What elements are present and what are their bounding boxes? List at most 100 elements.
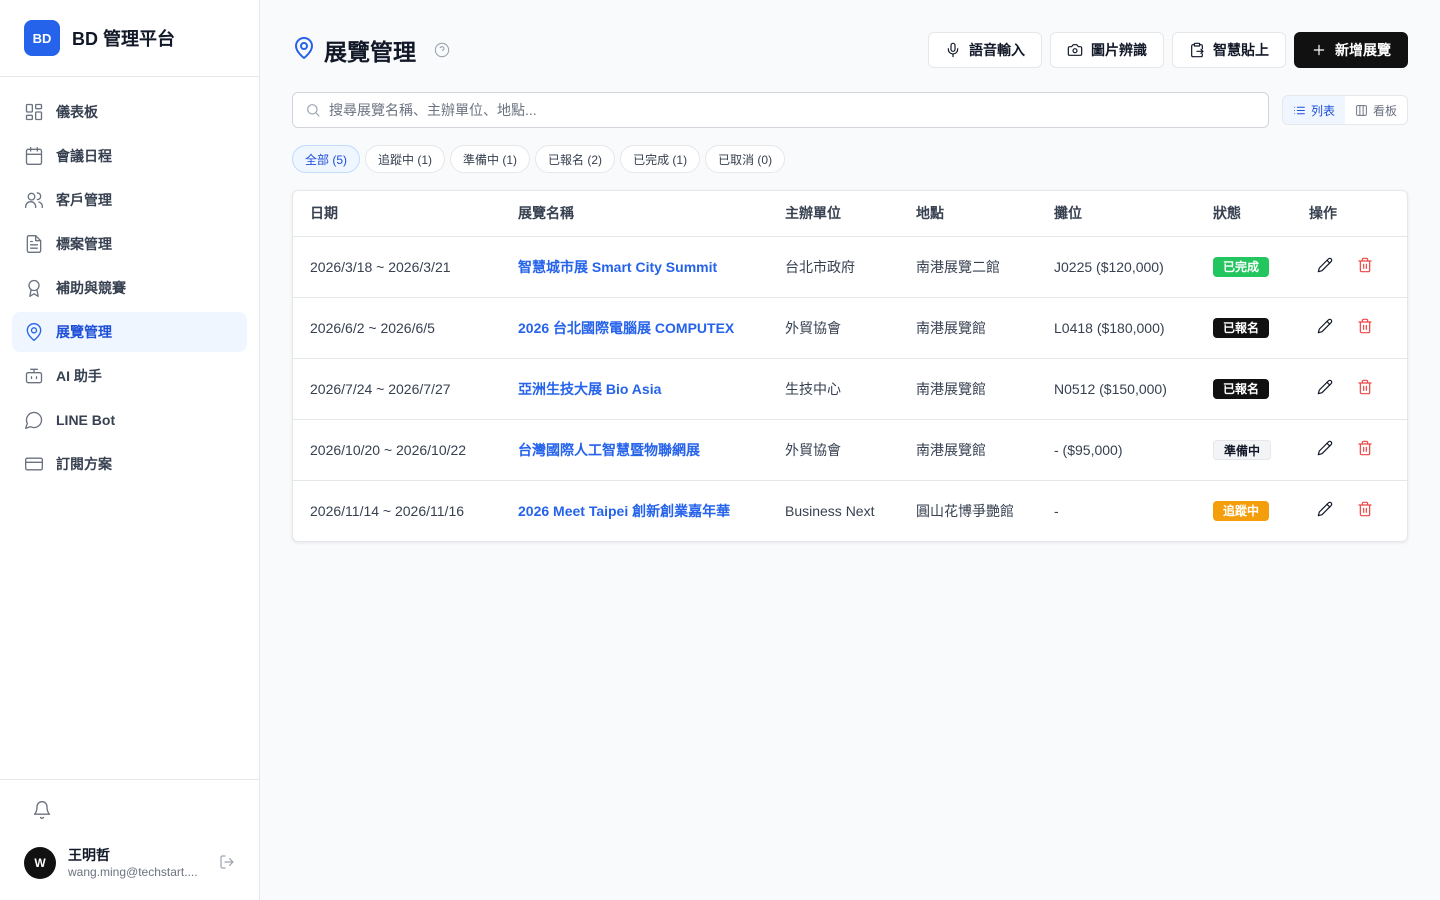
cell-exhibition-name[interactable]: 亞洲生技大展 Bio Asia bbox=[501, 358, 768, 420]
table-row[interactable]: 2026/6/2 ~ 2026/6/5 2026 台北國際電腦展 COMPUTE… bbox=[293, 297, 1407, 359]
cell-actions bbox=[1292, 236, 1407, 298]
voice-input-label: 語音輸入 bbox=[969, 42, 1025, 58]
pencil-icon bbox=[1317, 440, 1333, 456]
column-header-name[interactable]: 展覽名稱 bbox=[501, 191, 768, 237]
columns-icon bbox=[1356, 104, 1367, 116]
cell-exhibition-name[interactable]: 台灣國際人工智慧暨物聯網展 bbox=[501, 419, 768, 481]
user-name: 王明哲 bbox=[68, 847, 110, 863]
delete-button[interactable] bbox=[1357, 440, 1373, 459]
pencil-icon bbox=[1317, 379, 1333, 395]
edit-button[interactable] bbox=[1317, 379, 1333, 398]
filter-preparing[interactable]: 準備中 (1) bbox=[450, 145, 531, 173]
table-header-row: 日期 展覽名稱 主辦單位 地點 攤位 狀態 操作 bbox=[293, 191, 1407, 237]
logout-button[interactable] bbox=[219, 854, 235, 870]
cell-location: 南港展覽館 bbox=[899, 419, 1037, 481]
column-header-organizer[interactable]: 主辦單位 bbox=[768, 191, 899, 237]
column-header-location[interactable]: 地點 bbox=[899, 191, 1037, 237]
edit-button[interactable] bbox=[1317, 318, 1333, 337]
clipboard-icon bbox=[1191, 42, 1204, 58]
list-view-label: 列表 bbox=[1310, 103, 1335, 118]
status-badge: 準備中 bbox=[1213, 439, 1272, 460]
credit-card-icon bbox=[25, 457, 43, 471]
cell-booth: - bbox=[1054, 502, 1059, 519]
cell-organizer: 生技中心 bbox=[768, 358, 899, 420]
edit-button[interactable] bbox=[1317, 257, 1333, 276]
sidebar-item-ai-assistant[interactable]: AI 助手 bbox=[12, 356, 247, 396]
sidebar-item-exhibitions[interactable]: 展覽管理 bbox=[12, 312, 247, 352]
voice-input-button[interactable]: 語音輸入 bbox=[928, 32, 1042, 68]
delete-button[interactable] bbox=[1357, 379, 1373, 398]
board-view-button[interactable]: 看板 bbox=[1345, 96, 1407, 124]
edit-button[interactable] bbox=[1317, 440, 1333, 459]
cell-booth: - ($95,000) bbox=[1037, 419, 1196, 481]
delete-button[interactable] bbox=[1357, 501, 1373, 520]
exhibitions-table: 日期 展覽名稱 主辦單位 地點 攤位 狀態 操作 2026/3/18 ~ 202… bbox=[292, 190, 1408, 542]
sidebar-item-label: 儀表板 bbox=[56, 104, 98, 120]
delete-button[interactable] bbox=[1357, 318, 1373, 337]
award-icon bbox=[28, 279, 40, 297]
notifications-button[interactable] bbox=[32, 800, 52, 820]
cell-exhibition-name[interactable]: 智慧城市展 Smart City Summit bbox=[501, 236, 768, 298]
status-badge: 追蹤中 bbox=[1213, 500, 1270, 521]
table-row[interactable]: 2026/3/18 ~ 2026/3/21 智慧城市展 Smart City S… bbox=[293, 236, 1407, 298]
cell-actions bbox=[1292, 297, 1407, 359]
delete-button[interactable] bbox=[1357, 257, 1373, 276]
cell-location: 圓山花博爭艷館 bbox=[916, 502, 1014, 519]
help-icon[interactable] bbox=[416, 38, 450, 63]
add-exhibition-button[interactable]: 新增展覽 bbox=[1294, 32, 1408, 68]
cell-exhibition-name[interactable]: 2026 台北國際電腦展 COMPUTEX bbox=[501, 297, 768, 359]
cell-location: 南港展覽二館 bbox=[899, 236, 1037, 298]
cell-date: 2026/7/24 ~ 2026/7/27 bbox=[293, 358, 501, 420]
cell-date: 2026/6/2 ~ 2026/6/5 bbox=[293, 297, 501, 359]
sidebar-item-tenders[interactable]: 標案管理 bbox=[12, 224, 247, 264]
row-actions bbox=[1309, 379, 1407, 398]
brand[interactable]: BD BD 管理平台 bbox=[0, 0, 259, 77]
smart-paste-button[interactable]: 智慧貼上 bbox=[1172, 32, 1286, 68]
header-actions: 語音輸入 圖片辨識 智慧貼上 新增展覽 bbox=[928, 32, 1408, 68]
table-row[interactable]: 2026/11/14 ~ 2026/11/16 2026 Meet Taipei… bbox=[293, 480, 1407, 541]
row-actions bbox=[1309, 501, 1407, 520]
sidebar-item-calendar[interactable]: 會議日程 bbox=[12, 136, 247, 176]
filter-tracking[interactable]: 追蹤中 (1) bbox=[365, 145, 446, 173]
sidebar-item-subscription[interactable]: 訂閱方案 bbox=[12, 444, 247, 484]
column-header-status[interactable]: 狀態 bbox=[1196, 191, 1292, 237]
cell-location: 南港展覽館 bbox=[899, 297, 1037, 359]
cell-booth: J0225 ($120,000) bbox=[1037, 236, 1196, 298]
sidebar-item-line-bot[interactable]: LINE Bot bbox=[12, 400, 247, 440]
cell-actions bbox=[1292, 419, 1407, 481]
cell-exhibition-name[interactable]: 2026 Meet Taipei 創新創業嘉年華 bbox=[501, 480, 768, 541]
sidebar-item-label: 訂閱方案 bbox=[56, 456, 112, 472]
table-row[interactable]: 2026/10/20 ~ 2026/10/22 台灣國際人工智慧暨物聯網展 外貿… bbox=[293, 419, 1407, 481]
column-header-booth[interactable]: 攤位 bbox=[1037, 191, 1196, 237]
user-profile[interactable]: W 王明哲 wang.ming@techstart.... bbox=[24, 846, 208, 880]
cell-booth: L0418 ($180,000) bbox=[1037, 297, 1196, 359]
row-actions bbox=[1309, 257, 1407, 276]
filter-registered[interactable]: 已報名 (2) bbox=[535, 145, 616, 173]
bell-icon bbox=[33, 801, 51, 819]
search-input[interactable] bbox=[329, 102, 1229, 118]
image-recognition-button[interactable]: 圖片辨識 bbox=[1050, 32, 1164, 68]
trash-icon bbox=[1358, 379, 1372, 395]
sidebar-item-dashboard[interactable]: 儀表板 bbox=[12, 92, 247, 132]
edit-button[interactable] bbox=[1317, 501, 1333, 520]
filter-completed[interactable]: 已完成 (1) bbox=[620, 145, 701, 173]
sidebar-footer: W 王明哲 wang.ming@techstart.... bbox=[0, 779, 259, 900]
filter-cancelled[interactable]: 已取消 (0) bbox=[705, 145, 786, 173]
user-info: 王明哲 wang.ming@techstart.... bbox=[68, 846, 208, 880]
main-content: 展覽管理 語音輸入 圖片辨識 智慧貼上 新增展覽 搜尋展覽名稱、主辦單位、地點.… bbox=[260, 0, 1440, 900]
cell-status: 準備中 bbox=[1196, 419, 1292, 481]
users-icon bbox=[25, 192, 43, 209]
table-row[interactable]: 2026/7/24 ~ 2026/7/27 亞洲生技大展 Bio Asia 生技… bbox=[293, 358, 1407, 420]
list-view-button[interactable]: 列表 bbox=[1282, 96, 1345, 124]
sidebar-item-label: 客戶管理 bbox=[56, 192, 112, 208]
search-icon bbox=[307, 104, 320, 117]
avatar: W bbox=[24, 847, 56, 879]
page-title: 展覽管理 bbox=[324, 39, 416, 65]
chat-icon bbox=[25, 411, 43, 429]
sidebar-item-customers[interactable]: 客戶管理 bbox=[12, 180, 247, 220]
sidebar-item-grants[interactable]: 補助與競賽 bbox=[12, 268, 247, 308]
filter-all[interactable]: 全部 (5) bbox=[292, 145, 361, 173]
column-header-date[interactable]: 日期 bbox=[293, 191, 501, 237]
sidebar-item-label: LINE Bot bbox=[56, 412, 116, 428]
logout-icon bbox=[220, 855, 234, 869]
